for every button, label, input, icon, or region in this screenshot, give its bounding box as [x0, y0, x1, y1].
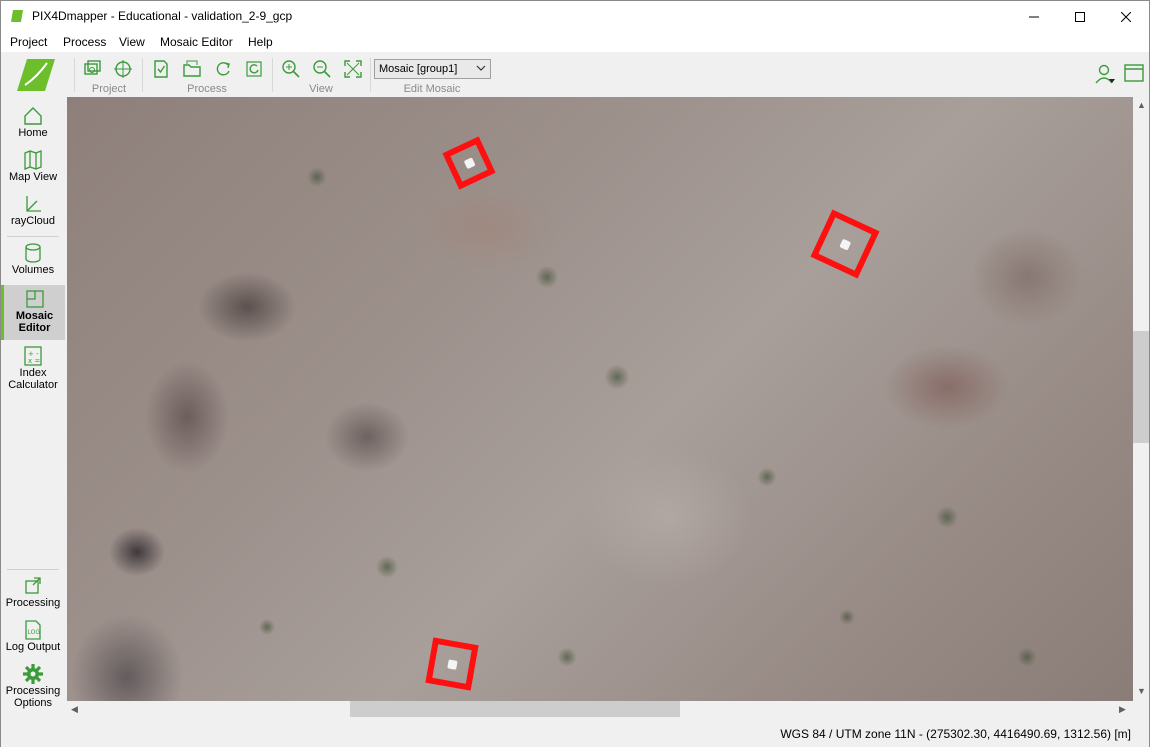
sidebar-item-label: Map View — [8, 171, 58, 183]
sidebar-item-label: Log Output — [5, 641, 61, 653]
scroll-left-icon[interactable]: ◀ — [71, 704, 78, 715]
gcp-target-point — [839, 238, 852, 251]
sidebar-item-label-line1: Index — [19, 367, 47, 379]
sidebar-separator — [7, 236, 59, 237]
toolbar-group-view: View — [309, 83, 333, 95]
sidebar-item-index-calculator[interactable]: + -x = Index Calculator — [1, 345, 65, 395]
menu-project[interactable]: Project — [10, 35, 47, 49]
volumes-icon — [25, 243, 41, 263]
mosaic-group-select[interactable]: Mosaic [group1] — [374, 59, 491, 79]
minimize-icon — [1029, 16, 1039, 17]
scroll-right-icon[interactable]: ▶ — [1119, 704, 1126, 715]
sidebar-item-label-line1: Mosaic — [15, 310, 54, 322]
map-icon — [24, 150, 42, 170]
refresh-icon[interactable] — [243, 58, 265, 80]
pix4d-logo-icon — [17, 59, 55, 91]
sidebar-item-processing[interactable]: Processing — [1, 575, 65, 615]
maximize-icon — [1075, 11, 1085, 22]
raycloud-icon — [26, 196, 41, 212]
scroll-down-icon[interactable]: ▼ — [1137, 686, 1146, 696]
sidebar-item-mosaic-editor[interactable]: Mosaic Editor — [1, 285, 65, 340]
sidebar-item-raycloud[interactable]: rayCloud — [1, 193, 65, 233]
sidebar-separator — [7, 569, 59, 570]
toolbar-separator — [272, 58, 273, 92]
title-bar: PIX4Dmapper - Educational - validation_2… — [1, 1, 1149, 32]
toolbar-separator — [370, 58, 371, 92]
sidebar-item-volumes[interactable]: Volumes — [1, 242, 65, 282]
gcp-marker[interactable] — [425, 637, 479, 691]
mosaic-map-view[interactable] — [67, 97, 1133, 701]
sidebar-item-map-view[interactable]: Map View — [1, 149, 65, 189]
toolbar-group-process: Process — [187, 83, 227, 95]
menu-view[interactable]: View — [119, 35, 145, 49]
sidebar-item-home[interactable]: Home — [1, 105, 65, 145]
window-title: PIX4Dmapper - Educational - validation_2… — [32, 9, 293, 23]
images-icon[interactable] — [81, 58, 103, 80]
sidebar-item-label: Volumes — [11, 264, 55, 276]
horizontal-scroll-thumb[interactable] — [350, 701, 680, 717]
vertical-scroll-thumb[interactable] — [1133, 331, 1149, 443]
close-icon — [1121, 11, 1131, 22]
coordinate-readout: WGS 84 / UTM zone 11N - (275302.30, 4416… — [780, 727, 1131, 741]
home-icon — [24, 107, 42, 125]
gcp-target-point — [447, 659, 458, 670]
sidebar-item-label: Processing — [5, 597, 61, 609]
svg-text:x =: x = — [28, 357, 40, 365]
chevron-down-icon — [476, 65, 486, 71]
toolbar-group-project: Project — [91, 83, 127, 95]
scroll-up-icon[interactable]: ▲ — [1137, 100, 1146, 110]
menu-mosaic-editor[interactable]: Mosaic Editor — [160, 35, 233, 49]
user-account-icon[interactable] — [1094, 63, 1116, 85]
left-sidebar: Home Map View rayCloud Volumes Mosaic Ed… — [1, 97, 65, 722]
toolbar-separator — [142, 58, 143, 92]
close-button[interactable] — [1103, 1, 1149, 32]
process-check-icon[interactable] — [150, 58, 172, 80]
sidebar-item-label-line2: Editor — [18, 322, 51, 334]
app-logo-icon — [11, 10, 23, 22]
gcp-marker[interactable] — [442, 136, 496, 190]
svg-text:LOG: LOG — [28, 629, 41, 636]
gcp-marker[interactable] — [810, 209, 880, 279]
sidebar-item-label: Home — [18, 127, 48, 139]
sidebar-item-label-line2: Options — [14, 697, 52, 709]
log-output-icon: LOG — [25, 620, 41, 640]
gcp-target-point — [463, 157, 476, 170]
menu-process[interactable]: Process — [63, 35, 106, 49]
gear-icon — [23, 664, 43, 684]
minimize-button[interactable] — [1011, 1, 1057, 32]
sidebar-item-processing-options[interactable]: Processing Options — [1, 663, 65, 715]
maximize-button[interactable] — [1057, 1, 1103, 32]
menu-help[interactable]: Help — [248, 35, 273, 49]
zoom-out-icon[interactable] — [311, 58, 333, 80]
zoom-in-icon[interactable] — [280, 58, 302, 80]
sidebar-item-log-output[interactable]: LOG Log Output — [1, 619, 65, 659]
mosaic-editor-icon — [25, 290, 44, 308]
toolbar-separator — [74, 58, 75, 92]
sidebar-item-label-line2: Calculator — [8, 379, 58, 391]
sidebar-item-label-line1: Processing — [5, 685, 61, 697]
panel-toggle-icon[interactable] — [1124, 63, 1144, 83]
fit-view-icon[interactable] — [342, 58, 364, 80]
status-bar: WGS 84 / UTM zone 11N - (275302.30, 4416… — [1, 722, 1149, 747]
processing-icon — [25, 577, 41, 594]
reprocess-icon[interactable] — [212, 58, 234, 80]
menu-bar: Project Process View Mosaic Editor Help — [1, 32, 1149, 52]
open-folder-icon[interactable] — [181, 58, 203, 80]
app-window: PIX4Dmapper - Educational - validation_2… — [0, 0, 1150, 747]
toolbar-group-edit-mosaic: Edit Mosaic — [403, 83, 461, 95]
toolbar: Project Process View Mosaic [group1] Edi… — [1, 52, 1149, 97]
sidebar-item-label: rayCloud — [10, 215, 56, 227]
mosaic-select-value: Mosaic [group1] — [379, 63, 458, 75]
gcp-target-icon[interactable] — [112, 58, 134, 80]
index-calculator-icon: + -x = — [24, 346, 42, 366]
